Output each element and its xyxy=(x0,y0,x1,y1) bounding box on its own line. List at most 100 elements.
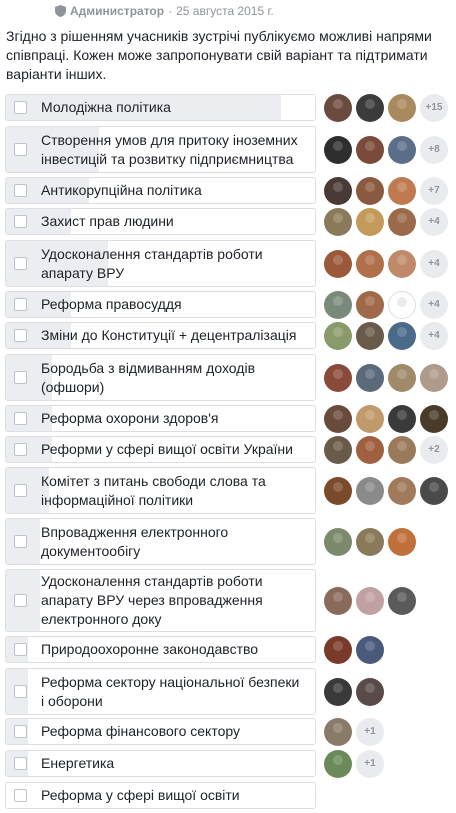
option-checkbox[interactable] xyxy=(14,329,27,342)
voter-avatar[interactable] xyxy=(356,176,384,205)
post-date[interactable]: 25 августа 2015 г. xyxy=(176,4,274,18)
poll-option-bar[interactable]: Реформа у сфері вищої освіти xyxy=(5,782,316,809)
more-voters-badge[interactable]: +15 xyxy=(420,93,448,122)
option-checkbox[interactable] xyxy=(14,789,27,802)
voter-avatar[interactable] xyxy=(388,321,416,350)
option-checkbox[interactable] xyxy=(14,685,27,698)
poll-option-bar[interactable]: Удосконалення стандартів роботи апарату … xyxy=(5,240,316,287)
option-checkbox[interactable] xyxy=(14,594,27,607)
more-voters-badge[interactable]: +1 xyxy=(356,749,384,778)
voter-avatar[interactable] xyxy=(324,207,352,236)
poll-option-bar[interactable]: Антикорупційна політика xyxy=(5,177,316,204)
voter-avatar[interactable] xyxy=(324,677,352,706)
option-checkbox[interactable] xyxy=(14,725,27,738)
voter-avatar[interactable] xyxy=(356,321,384,350)
poll-option-bar[interactable]: Комітет з питань свободи слова та інформ… xyxy=(5,467,316,514)
option-checkbox[interactable] xyxy=(14,257,27,270)
voter-avatar[interactable] xyxy=(388,176,416,205)
option-label: Реформи у сфері вищої освіти України xyxy=(41,441,293,457)
poll-option-bar[interactable]: Реформи у сфері вищої освіти України xyxy=(5,436,316,463)
voter-avatar[interactable] xyxy=(356,635,384,664)
poll-option-bar[interactable]: Створення умов для притоку іноземних інв… xyxy=(5,126,316,173)
option-checkbox[interactable] xyxy=(14,298,27,311)
option-checkbox[interactable] xyxy=(14,484,27,497)
voter-avatar[interactable] xyxy=(356,135,384,164)
voter-avatar[interactable] xyxy=(356,435,384,464)
option-checkbox[interactable] xyxy=(14,443,27,456)
voter-avatar[interactable] xyxy=(324,93,352,122)
voter-avatar[interactable] xyxy=(324,435,352,464)
poll-option-bar[interactable]: Бородьба з відмиванням доходів (офшори) xyxy=(5,354,316,401)
more-voters-badge[interactable]: +4 xyxy=(420,249,448,278)
option-label: Захист прав людини xyxy=(41,213,174,229)
option-checkbox[interactable] xyxy=(14,535,27,548)
voter-avatar[interactable] xyxy=(324,635,352,664)
poll-option-bar[interactable]: Удосконалення стандартів роботи апарату … xyxy=(5,569,316,632)
option-checkbox[interactable] xyxy=(14,757,27,770)
voter-avatar[interactable] xyxy=(356,363,384,392)
poll-option-bar[interactable]: Реформа охорони здоров'я xyxy=(5,405,316,432)
poll-option-bar[interactable]: Реформа фінансового сектору xyxy=(5,718,316,745)
voter-avatar[interactable] xyxy=(388,135,416,164)
voter-avatar[interactable] xyxy=(356,290,384,319)
voter-avatar[interactable] xyxy=(324,404,352,433)
voter-avatar[interactable] xyxy=(324,586,352,615)
more-voters-badge[interactable]: +4 xyxy=(420,207,448,236)
poll-option-bar[interactable]: Молодіжна політика xyxy=(5,94,316,121)
voter-avatar[interactable] xyxy=(388,527,416,556)
voter-avatars: +1 xyxy=(320,717,384,746)
poll-option-bar[interactable]: Природоохоронне законодавство xyxy=(5,636,316,663)
voter-avatar[interactable] xyxy=(356,404,384,433)
poll-option-bar[interactable]: Реформа правосуддя xyxy=(5,291,316,318)
option-checkbox[interactable] xyxy=(14,143,27,156)
voter-avatar[interactable] xyxy=(420,363,448,392)
option-checkbox[interactable] xyxy=(14,184,27,197)
voter-avatar[interactable] xyxy=(388,435,416,464)
voter-avatar[interactable] xyxy=(324,321,352,350)
voter-avatar[interactable] xyxy=(356,527,384,556)
option-checkbox[interactable] xyxy=(14,215,27,228)
voter-avatar[interactable] xyxy=(356,476,384,505)
voter-avatar[interactable] xyxy=(420,404,448,433)
voter-avatar[interactable] xyxy=(324,527,352,556)
voter-avatar[interactable] xyxy=(324,135,352,164)
voter-avatar[interactable] xyxy=(388,290,416,319)
voter-avatar[interactable] xyxy=(356,249,384,278)
more-voters-badge[interactable]: +4 xyxy=(420,321,448,350)
voter-avatar[interactable] xyxy=(356,586,384,615)
voter-avatar[interactable] xyxy=(324,476,352,505)
voter-avatar[interactable] xyxy=(388,249,416,278)
voter-avatar[interactable] xyxy=(356,207,384,236)
option-checkbox[interactable] xyxy=(14,101,27,114)
voter-avatar[interactable] xyxy=(388,207,416,236)
more-voters-badge[interactable]: +4 xyxy=(420,290,448,319)
option-checkbox[interactable] xyxy=(14,371,27,384)
more-voters-badge[interactable]: +1 xyxy=(356,717,384,746)
voter-avatar[interactable] xyxy=(324,717,352,746)
voter-avatar[interactable] xyxy=(324,363,352,392)
voter-avatar[interactable] xyxy=(324,749,352,778)
poll-option-bar[interactable]: Захист прав людини xyxy=(5,208,316,235)
voter-avatar[interactable] xyxy=(420,476,448,505)
more-voters-badge[interactable]: +8 xyxy=(420,135,448,164)
voter-avatar[interactable] xyxy=(388,586,416,615)
voter-avatar[interactable] xyxy=(388,404,416,433)
voter-avatar[interactable] xyxy=(356,93,384,122)
poll-option-bar[interactable]: Впровадження електронного документообігу xyxy=(5,518,316,565)
more-voters-badge[interactable]: +7 xyxy=(420,176,448,205)
option-checkbox[interactable] xyxy=(14,643,27,656)
voter-avatar[interactable] xyxy=(388,93,416,122)
more-voters-badge[interactable]: +2 xyxy=(420,435,448,464)
author-name[interactable]: Администратор xyxy=(70,4,164,18)
voter-avatar[interactable] xyxy=(356,677,384,706)
option-label: Молодіжна політика xyxy=(41,99,171,115)
voter-avatar[interactable] xyxy=(324,290,352,319)
option-checkbox[interactable] xyxy=(14,412,27,425)
voter-avatar[interactable] xyxy=(388,363,416,392)
poll-option-bar[interactable]: Енергетика xyxy=(5,750,316,777)
voter-avatar[interactable] xyxy=(324,176,352,205)
voter-avatar[interactable] xyxy=(324,249,352,278)
poll-option-bar[interactable]: Реформа сектору національної безпеки і о… xyxy=(5,668,316,715)
poll-option-bar[interactable]: Зміни до Конституції + децентралізація xyxy=(5,322,316,349)
voter-avatar[interactable] xyxy=(388,476,416,505)
